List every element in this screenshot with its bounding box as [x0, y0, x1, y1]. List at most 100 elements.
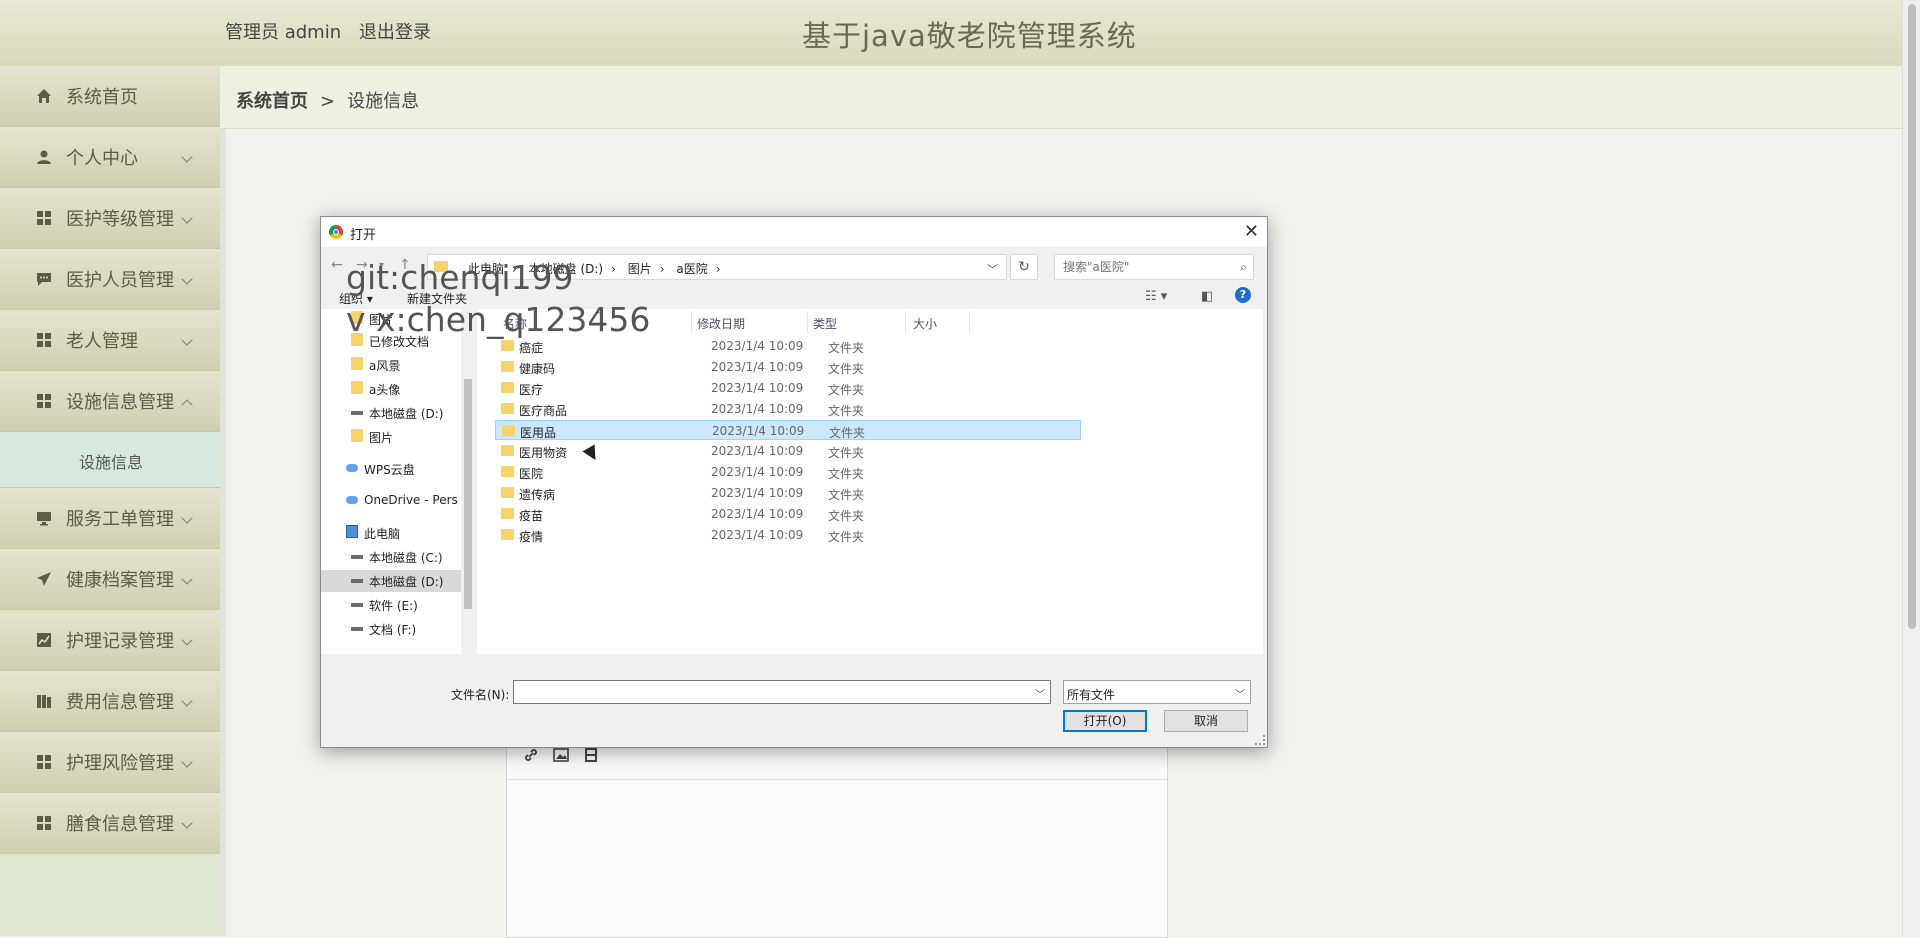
nav-item-label: OneDrive - Pers: [364, 493, 458, 507]
search-input[interactable]: [1061, 259, 1225, 275]
column-header-size[interactable]: 大小: [913, 315, 937, 332]
nav-pane-scrollbar[interactable]: [461, 309, 475, 654]
sidebar-item-elderly[interactable]: 老人管理: [0, 310, 220, 371]
page-scrollbar[interactable]: [1902, 0, 1920, 936]
file-row-selected[interactable]: 医用品 2023/1/4 10:09 文件夹: [495, 420, 1081, 440]
file-row[interactable]: 医疗 2023/1/4 10:09 文件夹: [495, 378, 1081, 398]
recent-dropdown-icon[interactable]: ▾: [379, 260, 384, 271]
cancel-button[interactable]: 取消: [1164, 710, 1248, 732]
logout-link[interactable]: 退出登录: [359, 22, 431, 43]
filename-label: 文件名(N):: [451, 688, 510, 702]
nav-item-label: 软件 (E:): [369, 599, 418, 613]
nav-item[interactable]: 此电脑: [346, 522, 461, 544]
scrollbar-thumb[interactable]: [1908, 4, 1916, 629]
nav-item[interactable]: 图片: [351, 309, 461, 330]
resize-grip-icon[interactable]: [1255, 735, 1265, 745]
up-arrow-icon[interactable]: ↑: [399, 257, 411, 273]
column-header-type[interactable]: 类型: [813, 315, 837, 332]
sidebar-item-meal[interactable]: 膳食信息管理: [0, 793, 220, 854]
filename-field[interactable]: ﹀: [513, 680, 1051, 704]
column-header-date[interactable]: 修改日期: [697, 315, 745, 332]
close-icon[interactable]: ✕: [1244, 221, 1259, 242]
image-icon[interactable]: [553, 747, 569, 763]
address-crumb[interactable]: 此电脑: [468, 262, 504, 276]
nav-item[interactable]: 本地磁盘 (D:): [351, 402, 461, 424]
file-row[interactable]: 疫苗 2023/1/4 10:09 文件夹: [495, 504, 1081, 524]
file-name: 癌症: [519, 341, 544, 355]
forward-arrow-icon[interactable]: →: [356, 257, 368, 273]
sidebar-item-care-level[interactable]: 医护等级管理: [0, 188, 220, 249]
file-row[interactable]: 健康码 2023/1/4 10:09 文件夹: [495, 357, 1081, 377]
column-divider[interactable]: [969, 311, 970, 333]
sidebar-subitem-facility-info[interactable]: 设施信息: [0, 432, 220, 488]
nav-item[interactable]: 图片: [351, 426, 461, 448]
sidebar-item-profile[interactable]: 个人中心: [0, 127, 220, 188]
dialog-command-bar: 组织 ▾ 新建文件夹 ☷ ▾ ◧ ?: [321, 281, 1267, 309]
nav-item[interactable]: 本地磁盘 (C:): [351, 546, 461, 568]
folder-icon: [502, 425, 515, 436]
column-divider[interactable]: [807, 311, 808, 333]
nav-item-label: 图片: [369, 431, 394, 445]
sidebar-item-facility[interactable]: 设施信息管理: [0, 371, 220, 432]
grid-icon: [37, 816, 51, 830]
sidebar-item-health-record[interactable]: 健康档案管理: [0, 549, 220, 610]
sidebar-item-staff[interactable]: 医护人员管理: [0, 249, 220, 310]
file-row[interactable]: 医疗商品 2023/1/4 10:09 文件夹: [495, 399, 1081, 419]
new-folder-button[interactable]: 新建文件夹: [407, 290, 467, 307]
organize-menu[interactable]: 组织 ▾: [339, 290, 373, 307]
column-header-name[interactable]: 名称: [503, 315, 527, 332]
nav-item[interactable]: a头像: [351, 378, 461, 400]
rich-text-editor[interactable]: [506, 730, 1168, 938]
nav-item[interactable]: 软件 (E:): [351, 594, 461, 616]
sidebar-item-label: 设施信息管理: [66, 392, 174, 413]
link-icon[interactable]: [523, 747, 539, 763]
preview-pane-icon[interactable]: ◧: [1201, 289, 1213, 304]
nav-item-selected[interactable]: 本地磁盘 (D:): [321, 570, 461, 592]
address-crumb[interactable]: a医院: [676, 262, 707, 276]
nav-item-label: 文档 (F:): [369, 623, 417, 637]
address-crumb[interactable]: 图片: [628, 262, 652, 276]
nav-item[interactable]: WPS云盘: [346, 458, 461, 480]
filetype-select[interactable]: 所有文件 ﹀: [1063, 680, 1251, 704]
sidebar-item-home[interactable]: 系统首页: [0, 66, 220, 127]
chevron-down-icon[interactable]: ﹀: [1035, 686, 1045, 701]
nav-item[interactable]: 文档 (F:): [351, 618, 461, 640]
file-row[interactable]: 疫情 2023/1/4 10:09 文件夹: [495, 525, 1081, 545]
refresh-icon[interactable]: ↻: [1010, 254, 1038, 280]
file-row[interactable]: 医院 2023/1/4 10:09 文件夹: [495, 462, 1081, 482]
sidebar-item-label: 医护人员管理: [66, 270, 174, 291]
search-box[interactable]: ⌕: [1054, 254, 1254, 280]
sidebar-item-label: 服务工单管理: [66, 509, 174, 530]
cloud-icon: [346, 464, 358, 472]
scrollbar-thumb[interactable]: [464, 379, 472, 609]
sidebar-item-label: 医护等级管理: [66, 209, 174, 230]
address-bar[interactable]: 此电脑 › 本地磁盘 (D:) › 图片 › a医院 › ﹀: [427, 254, 1007, 280]
sidebar-item-fee[interactable]: 费用信息管理: [0, 671, 220, 732]
nav-item[interactable]: a风景: [351, 354, 461, 376]
help-icon[interactable]: ?: [1235, 287, 1251, 303]
breadcrumb-current: 设施信息: [347, 91, 420, 112]
back-arrow-icon[interactable]: ←: [331, 257, 343, 273]
sidebar-item-care-record[interactable]: 护理记录管理: [0, 610, 220, 671]
sidebar-item-label: 个人中心: [66, 148, 138, 169]
nav-item[interactable]: 已修改文档⚲: [351, 330, 461, 352]
column-divider[interactable]: [905, 311, 906, 333]
open-button[interactable]: 打开(O): [1063, 710, 1147, 732]
column-divider[interactable]: [691, 311, 692, 333]
sidebar-item-service-order[interactable]: 服务工单管理: [0, 488, 220, 549]
view-options-icon[interactable]: ☷ ▾: [1145, 289, 1167, 304]
grid-icon: [37, 211, 51, 225]
video-icon[interactable]: [583, 747, 599, 763]
cloud-icon: [346, 496, 358, 504]
file-row[interactable]: 遗传病 2023/1/4 10:09 文件夹: [495, 483, 1081, 503]
navigation-pane: 图片 已修改文档⚲ a风景 a头像 本地磁盘 (D:) 图片 WPS云盘 One…: [321, 309, 461, 654]
address-crumb[interactable]: 本地磁盘 (D:): [529, 262, 603, 276]
breadcrumb-home[interactable]: 系统首页: [236, 91, 308, 112]
nav-item[interactable]: OneDrive - Pers: [346, 490, 461, 512]
sidebar-item-care-risk[interactable]: 护理风险管理: [0, 732, 220, 793]
file-name: 疫苗: [519, 509, 544, 523]
folder-icon: [501, 508, 514, 519]
file-date: 2023/1/4 10:09: [711, 465, 804, 479]
file-row[interactable]: 癌症 2023/1/4 10:09 文件夹: [495, 336, 1081, 356]
chevron-down-icon[interactable]: ﹀: [987, 261, 998, 277]
